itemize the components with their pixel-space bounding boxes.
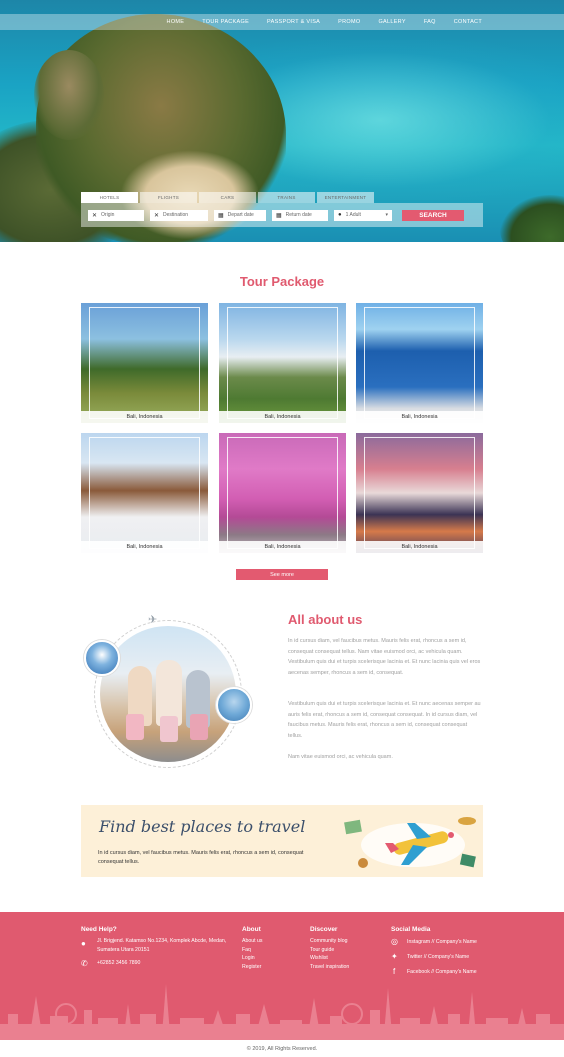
search-widget: HOTELS FLIGHTS CARS TRAINS ENTERTAINMENT…: [81, 192, 483, 228]
about-mini-photo: [216, 687, 252, 723]
tour-card[interactable]: Bali, Indonesia: [219, 303, 346, 423]
footer-link-wishlist[interactable]: Wishlist: [310, 954, 328, 963]
return-placeholder: Return date: [285, 212, 312, 218]
search-bar: ✕ Origin ✕ Destination ▦ Depart date ▦ R…: [81, 203, 483, 227]
instagram-icon[interactable]: ◎: [391, 937, 398, 946]
depart-date-field[interactable]: ▦ Depart date: [214, 209, 266, 221]
card-caption: Bali, Indonesia: [81, 411, 208, 423]
calendar-icon: ▦: [218, 212, 224, 219]
tour-card[interactable]: Bali, Indonesia: [81, 303, 208, 423]
depart-placeholder: Depart date: [227, 212, 254, 218]
hero-rock: [34, 50, 104, 140]
facebook-icon[interactable]: f: [393, 967, 395, 976]
footer-link-tour-guide[interactable]: Tour guide: [310, 946, 334, 955]
footer-link-instagram[interactable]: Instagram // Company's Name: [407, 938, 477, 947]
footer-help-title: Need Help?: [81, 926, 117, 933]
card-frame: [227, 307, 338, 419]
card-caption: Bali, Indonesia: [81, 541, 208, 553]
card-caption: Bali, Indonesia: [219, 541, 346, 553]
guests-select[interactable]: ● 1 Adult ▾: [334, 209, 392, 221]
see-more-button[interactable]: See more: [236, 569, 328, 580]
footer-link-login[interactable]: Login: [242, 954, 255, 963]
search-button[interactable]: SEARCH: [402, 209, 464, 221]
destination-field[interactable]: ✕ Destination: [150, 209, 208, 221]
top-navigation: HOME TOUR PACKAGE PASSPORT & VISA PROMO …: [0, 14, 564, 30]
card-frame: [89, 307, 200, 419]
nav-promo[interactable]: PROMO: [338, 19, 360, 25]
destination-placeholder: Destination: [163, 212, 189, 218]
tour-card[interactable]: Bali, Indonesia: [356, 433, 483, 553]
guests-value: 1 Adult: [345, 212, 361, 218]
search-tabs: HOTELS FLIGHTS CARS TRAINS ENTERTAINMENT: [81, 192, 483, 203]
footer-phone: +62852 3456 7890: [97, 960, 141, 966]
footer-link-register[interactable]: Register: [242, 963, 261, 972]
card-caption: Bali, Indonesia: [219, 411, 346, 423]
nav-contact[interactable]: CONTACT: [454, 19, 482, 25]
footer-address: Jl. Brigjend. Katamso No.1234, Komplek A…: [97, 938, 227, 953]
tab-hotels[interactable]: HOTELS: [81, 192, 138, 203]
city-skyline-illustration: [0, 984, 564, 1040]
footer-discover-title: Discover: [310, 926, 338, 933]
copyright: © 2019, All Rights Reserved.: [246, 1045, 318, 1052]
tour-card[interactable]: Bali, Indonesia: [219, 433, 346, 553]
footer-link-faq[interactable]: Faq: [242, 946, 251, 955]
card-frame: [364, 307, 475, 419]
close-icon: ✕: [154, 212, 160, 219]
nav-tour-package[interactable]: TOUR PACKAGE: [202, 19, 249, 25]
chevron-down-icon: ▾: [385, 212, 388, 218]
about-photo: [100, 626, 236, 762]
hero-banner: HOME TOUR PACKAGE PASSPORT & VISA PROMO …: [0, 0, 564, 242]
origin-placeholder: Origin: [101, 212, 115, 218]
promo-banner: Find best places to travel In id cursus …: [81, 805, 483, 877]
card-frame: [364, 437, 475, 549]
tab-entertainment[interactable]: ENTERTAINMENT: [317, 192, 374, 203]
card-frame: [89, 437, 200, 549]
footer-social-title: Social Media: [391, 926, 431, 933]
footer-link-inspiration[interactable]: Travel inspiration: [310, 963, 349, 972]
banner-title: Find best places to travel: [99, 817, 306, 836]
calendar-icon: ▦: [276, 212, 282, 219]
luggage: [160, 716, 178, 742]
footer-link-twitter[interactable]: Twitter // Company's Name: [407, 953, 469, 962]
location-pin-icon: ●: [81, 939, 86, 948]
airplane-icon: ✈: [148, 614, 158, 626]
nav-faq[interactable]: FAQ: [424, 19, 436, 25]
tab-trains[interactable]: TRAINS: [258, 192, 315, 203]
origin-field[interactable]: ✕ Origin: [88, 209, 144, 221]
airplane-illustration: [344, 817, 476, 868]
return-date-field[interactable]: ▦ Return date: [272, 209, 328, 221]
twitter-icon[interactable]: ✦: [391, 952, 398, 961]
banner-text: In id cursus diam, vel faucibus metus. M…: [98, 850, 304, 865]
tab-flights[interactable]: FLIGHTS: [140, 192, 197, 203]
luggage: [126, 714, 144, 740]
footer-link-about[interactable]: About us: [242, 937, 262, 946]
luggage: [190, 714, 208, 740]
section-title-tour: Tour Package: [239, 274, 325, 289]
footer-link-blog[interactable]: Community blog: [310, 937, 347, 946]
phone-icon: ✆: [81, 959, 88, 968]
tour-card[interactable]: Bali, Indonesia: [356, 303, 483, 423]
close-icon: ✕: [92, 212, 98, 219]
about-mini-photo: [84, 640, 120, 676]
hero-tree: [500, 195, 564, 242]
about-paragraph: In id cursus diam, vel faucibus metus. M…: [288, 638, 481, 676]
user-icon: ●: [338, 212, 342, 218]
footer-about-title: About: [242, 926, 261, 933]
tab-cars[interactable]: CARS: [199, 192, 256, 203]
nav-home[interactable]: HOME: [167, 19, 185, 25]
tour-card[interactable]: Bali, Indonesia: [81, 433, 208, 553]
footer-link-facebook[interactable]: Facebook // Company's Name: [407, 968, 477, 977]
card-frame: [227, 437, 338, 549]
nav-gallery[interactable]: GALLERY: [378, 19, 405, 25]
about-paragraph: Vestibulum quis dui et turpis scelerisqu…: [288, 701, 481, 739]
card-caption: Bali, Indonesia: [356, 411, 483, 423]
card-caption: Bali, Indonesia: [356, 541, 483, 553]
about-paragraph: Nam vitae euismod orci, ac vehicula quam…: [288, 754, 393, 760]
footer: Need Help? ● Jl. Brigjend. Katamso No.12…: [0, 912, 564, 1040]
nav-passport-visa[interactable]: PASSPORT & VISA: [267, 19, 320, 25]
about-title: All about us: [288, 612, 363, 627]
